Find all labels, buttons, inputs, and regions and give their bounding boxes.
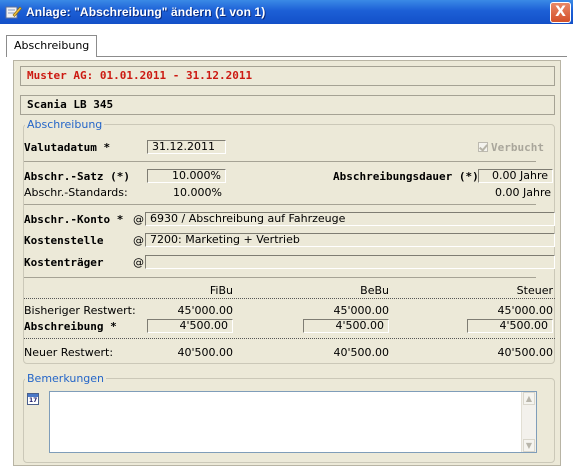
dialog-body: Abschreibung Muster AG: 01.01.2011 - 31.… — [0, 24, 573, 471]
scroll-up-icon[interactable]: ▲ — [523, 392, 535, 405]
verbucht-check-icon — [478, 142, 488, 152]
satz-label: Abschr.-Satz (*) — [24, 170, 130, 183]
konto-lookup-icon[interactable]: @ — [133, 213, 144, 226]
konto-field[interactable]: 6930 / Abschreibung auf Fahrzeuge — [145, 212, 555, 226]
standards-label: Abschr.-Standards: — [24, 186, 128, 199]
kostenstelle-lookup-icon[interactable]: @ — [133, 234, 144, 247]
konto-label: Abschr.-Konto * — [24, 213, 124, 226]
valutadatum-field[interactable]: 31.12.2011 — [147, 140, 226, 154]
column-steuer: Steuer — [516, 284, 553, 297]
neuer-label: Neuer Restwert: — [24, 346, 114, 359]
kostentraeger-field[interactable] — [145, 255, 555, 269]
abschreibung-bebu-field[interactable]: 4'500.00 — [303, 319, 389, 333]
scroll-down-icon[interactable]: ▼ — [523, 439, 535, 452]
asset-name: Scania LB 345 — [20, 95, 555, 115]
verbucht-checkbox: Verbucht — [478, 141, 544, 154]
neuer-bebu: 40'500.00 — [333, 346, 389, 359]
window-title: Anlage: "Abschreibung" ändern (1 von 1) — [26, 5, 266, 19]
dauer-label: Abschreibungsdauer (*) — [333, 170, 479, 183]
standards-dauer: 0.00 Jahre — [495, 186, 551, 199]
dauer-field[interactable]: 0.00 Jahre — [478, 169, 553, 183]
valutadatum-label: Valutadatum * — [24, 141, 111, 154]
kostenstelle-field[interactable]: 7200: Marketing + Vertrieb — [145, 233, 555, 247]
abschreibung-label: Abschreibung * — [24, 320, 117, 333]
standards-satz: 10.000% — [173, 186, 222, 199]
kostentraeger-lookup-icon[interactable]: @ — [133, 256, 144, 269]
pencil-form-icon — [4, 4, 22, 20]
dotted-separator — [24, 338, 555, 339]
dotted-separator — [24, 298, 555, 299]
company-period: Muster AG: 01.01.2011 - 31.12.2011 — [20, 66, 555, 86]
column-fibu: FiBu — [209, 284, 233, 297]
separator — [24, 277, 536, 278]
group-bemerkungen-legend: Bemerkungen — [27, 372, 105, 385]
close-icon: X — [555, 4, 566, 20]
abschreibung-steuer-field[interactable]: 4'500.00 — [467, 319, 553, 333]
neuer-fibu: 40'500.00 — [177, 346, 233, 359]
bisheriger-label: Bisheriger Restwert: — [24, 304, 136, 317]
calendar-icon[interactable]: 17 — [27, 393, 39, 405]
bemerkungen-textarea[interactable]: ▲ ▼ — [49, 391, 537, 453]
abschreibung-fibu-field[interactable]: 4'500.00 — [147, 319, 233, 333]
neuer-steuer: 40'500.00 — [497, 346, 553, 359]
memo-scrollbar[interactable]: ▲ ▼ — [521, 392, 536, 452]
separator — [24, 204, 536, 205]
group-abschreibung-legend: Abschreibung — [27, 118, 103, 131]
satz-field[interactable]: 10.000% — [147, 169, 226, 183]
title-bar: Anlage: "Abschreibung" ändern (1 von 1) … — [0, 0, 573, 24]
verbucht-label: Verbucht — [491, 141, 544, 154]
bisheriger-fibu: 45'000.00 — [177, 304, 233, 317]
bisheriger-bebu: 45'000.00 — [333, 304, 389, 317]
column-bebu: BeBu — [360, 284, 389, 297]
kostentraeger-label: Kostenträger — [24, 256, 104, 269]
tab-abschreibung[interactable]: Abschreibung — [6, 35, 98, 57]
calendar-day: 17 — [29, 397, 38, 404]
bisheriger-steuer: 45'000.00 — [497, 304, 553, 317]
kostenstelle-label: Kostenstelle — [24, 234, 104, 247]
close-button[interactable]: X — [550, 2, 571, 23]
separator — [24, 161, 536, 162]
